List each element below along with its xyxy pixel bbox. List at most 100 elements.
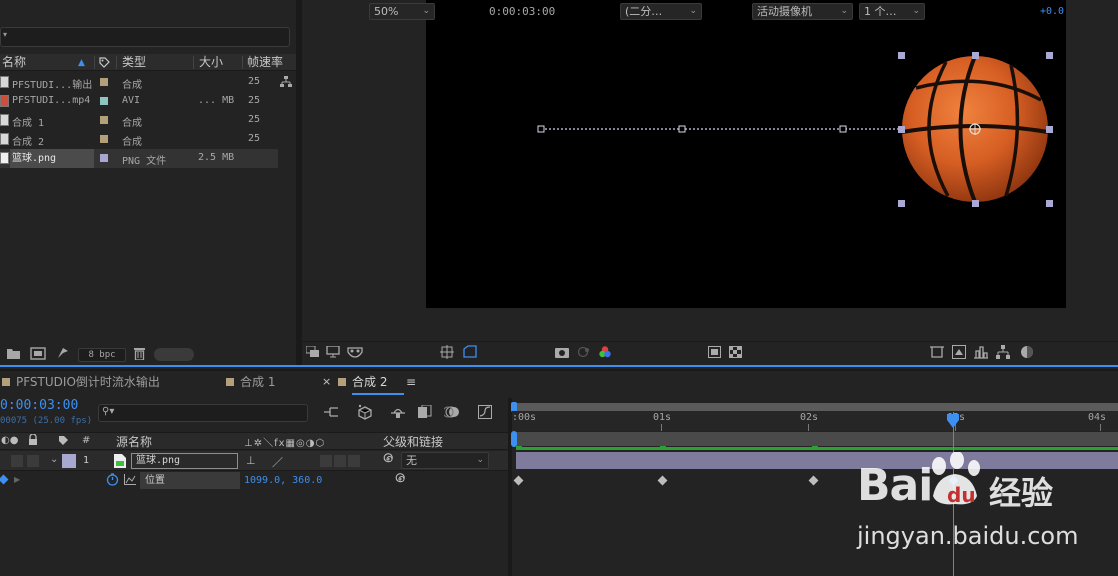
exposure-value[interactable]: +0.0: [1040, 4, 1064, 20]
label-swatch[interactable]: [100, 154, 108, 162]
video-file-icon: [0, 95, 9, 107]
mask-path-icon[interactable]: [462, 345, 478, 359]
trash-icon[interactable]: [134, 347, 145, 361]
time-ruler[interactable]: :00s 01s 02s 03s 04s: [512, 411, 1118, 431]
graph-editor-icon[interactable]: [478, 405, 492, 419]
project-item[interactable]: 合成 2 合成 25: [0, 130, 278, 149]
stopwatch-icon[interactable]: [106, 473, 119, 486]
3d-layer-switch[interactable]: [348, 455, 360, 467]
current-time-indicator[interactable]: [947, 414, 959, 428]
close-icon[interactable]: ×: [322, 375, 331, 388]
pick-whip-spiral-icon[interactable]: [382, 453, 394, 465]
flowchart-icon[interactable]: [996, 345, 1010, 359]
thumbnail-size-slider[interactable]: [154, 348, 194, 361]
project-item[interactable]: PFSTUDI...输出 合成 25: [0, 73, 278, 92]
panel-menu-icon[interactable]: ≡: [406, 375, 416, 389]
property-name-label[interactable]: 位置: [140, 472, 240, 489]
label-swatch[interactable]: [100, 135, 108, 143]
label-tag-icon[interactable]: [58, 435, 69, 446]
time-navigator[interactable]: [514, 432, 1118, 446]
project-item-selected[interactable]: 篮球.png PNG 文件 2.5 MB: [0, 149, 278, 168]
av-features-icon[interactable]: ◐●: [1, 435, 18, 446]
parent-dropdown[interactable]: 无 ⌄: [401, 452, 489, 469]
flowchart-icon[interactable]: [280, 76, 292, 88]
column-type[interactable]: 类型: [122, 54, 146, 71]
motion-blur-icon[interactable]: [442, 405, 460, 419]
color-channels-icon[interactable]: [598, 345, 612, 359]
resolution-dropdown[interactable]: (二分… ⌄: [620, 3, 702, 20]
show-snapshot-icon[interactable]: [577, 346, 591, 358]
draft-3d-icon[interactable]: [357, 404, 373, 420]
tab-pfstudio-countdown[interactable]: PFSTUDIO倒计时流水输出: [2, 373, 160, 391]
quality-switch-icon[interactable]: ／: [272, 454, 283, 470]
motion-path-overlay[interactable]: [426, 0, 1066, 308]
region-of-interest-icon[interactable]: [708, 346, 721, 358]
lock-icon[interactable]: [28, 433, 38, 445]
shy-layers-icon[interactable]: [390, 405, 406, 419]
column-fps[interactable]: 帧速率: [247, 54, 283, 71]
reset-exposure-icon[interactable]: [1020, 345, 1034, 359]
pick-whip-spiral-icon[interactable]: [394, 473, 406, 485]
tab-comp-2[interactable]: 合成 2: [338, 373, 387, 391]
zoom-dropdown[interactable]: 50% ⌄: [369, 3, 435, 20]
shy-switch-icon[interactable]: ⊥: [246, 454, 256, 467]
frame-blending-icon[interactable]: [418, 404, 432, 419]
toggle-pixel-aspect-icon[interactable]: [930, 346, 944, 358]
project-item[interactable]: PFSTUDI...mp4 AVI ... MB 25: [0, 92, 278, 111]
project-item[interactable]: 合成 1 合成 25: [0, 111, 278, 130]
layer-label-swatch[interactable]: [62, 454, 76, 468]
motion-path-keyframe: [537, 125, 545, 133]
layer-switches-header-icons[interactable]: ⊥✲＼fx▦◎◑⬡: [244, 434, 325, 449]
motion-path-keyframe: [839, 125, 847, 133]
views-dropdown[interactable]: 1 个… ⌄: [859, 3, 925, 20]
layer-list-empty-area[interactable]: [0, 490, 510, 576]
monitor-icon[interactable]: [326, 345, 340, 358]
bit-depth-button[interactable]: 8 bpc: [78, 348, 126, 362]
next-keyframe-icon[interactable]: ▶: [14, 475, 20, 484]
column-source-name[interactable]: 源名称: [116, 433, 152, 450]
viewer-timecode[interactable]: 0:00:03:00: [489, 4, 555, 20]
safe-margins-icon[interactable]: [440, 345, 454, 359]
label-swatch[interactable]: [100, 97, 108, 105]
search-dropdown-icon[interactable]: ▾: [3, 30, 7, 39]
layer-index: 1: [83, 455, 90, 466]
sort-ascending-icon[interactable]: ▲: [78, 58, 85, 68]
tab-comp-1[interactable]: 合成 1: [226, 373, 275, 391]
snapshot-camera-icon[interactable]: [555, 346, 569, 358]
timeline-tab-bar: [0, 369, 1118, 395]
folder-icon[interactable]: [7, 348, 20, 359]
svg-text:du: du: [947, 483, 976, 507]
label-swatch[interactable]: [100, 116, 108, 124]
timeline-search-input[interactable]: ⚲▾: [98, 404, 308, 422]
graph-icon[interactable]: [124, 474, 136, 485]
camera-dropdown[interactable]: 活动摄像机 ⌄: [752, 3, 853, 20]
label-tag-icon[interactable]: [99, 57, 110, 68]
chevron-down-icon: ⌄: [840, 6, 848, 16]
adjustment-layer-switch[interactable]: [334, 455, 346, 467]
position-value[interactable]: 1099.0, 360.0: [244, 475, 322, 486]
motion-blur-switch[interactable]: [320, 455, 332, 467]
fast-previews-icon[interactable]: [952, 345, 966, 359]
layer-number-header[interactable]: #: [82, 435, 90, 446]
work-area-bar[interactable]: [514, 403, 1118, 411]
always-preview-icon[interactable]: [305, 345, 319, 358]
column-parent-link[interactable]: 父级和链接: [383, 433, 443, 450]
project-search-input[interactable]: ▾: [0, 27, 290, 47]
layer-name-field[interactable]: 篮球.png: [131, 453, 238, 469]
new-composition-icon[interactable]: [30, 347, 46, 360]
column-size[interactable]: 大小: [199, 54, 223, 71]
composition-mini-flowchart-icon[interactable]: [324, 406, 339, 419]
column-name[interactable]: 名称: [2, 54, 26, 71]
frame-count-readout: 00075 (25.00 fps): [0, 416, 93, 426]
solo-toggle[interactable]: [27, 455, 39, 467]
timeline-timecode[interactable]: 0:00:03:00: [0, 398, 78, 413]
label-swatch[interactable]: [100, 78, 108, 86]
transparency-grid-icon[interactable]: [729, 346, 742, 358]
expand-chevron-icon[interactable]: ⌄: [50, 454, 58, 465]
navigator-start-handle[interactable]: [511, 431, 517, 447]
interpret-footage-icon[interactable]: [56, 346, 70, 360]
mask-visibility-icon[interactable]: [347, 346, 363, 358]
paw-logo: du: [932, 452, 980, 507]
timeline-icon[interactable]: [974, 345, 988, 359]
video-toggle[interactable]: [11, 455, 23, 467]
